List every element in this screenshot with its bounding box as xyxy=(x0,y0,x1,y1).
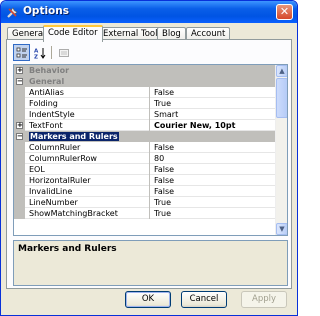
category-label: Behavior xyxy=(29,66,70,75)
property-value[interactable]: False xyxy=(151,186,276,197)
property-value[interactable]: False xyxy=(151,164,276,175)
property-name: AntiAlias xyxy=(26,87,150,98)
property-value[interactable]: False xyxy=(151,87,276,98)
property-pages-button[interactable] xyxy=(55,44,72,61)
property-row-columnruler[interactable]: ColumnRuler False xyxy=(14,142,276,153)
chevron-up-icon: ▲ xyxy=(279,67,285,75)
apply-button[interactable]: Apply xyxy=(241,291,287,308)
code-editor-panel: A Z + Behavior − General AntiAlias False… xyxy=(6,39,292,289)
property-row-linenumber[interactable]: LineNumber True xyxy=(14,197,276,208)
expand-icon[interactable]: + xyxy=(16,122,23,129)
chevron-down-icon: ▼ xyxy=(279,225,285,233)
property-name: EOL xyxy=(26,164,150,175)
alphabetical-button[interactable]: A Z xyxy=(31,44,48,61)
dialog-body: General Code Editor External Tools Blog … xyxy=(4,23,294,313)
category-label: Markers and Rulers xyxy=(29,132,119,141)
property-value[interactable]: True xyxy=(151,98,276,109)
property-value[interactable]: Courier New, 10pt xyxy=(151,120,276,131)
title-bar[interactable]: Options ✕ xyxy=(1,1,297,23)
help-pane: Markers and Rulers xyxy=(13,240,288,286)
categorized-view-icon xyxy=(16,47,27,57)
collapse-icon[interactable]: − xyxy=(16,133,23,140)
alphabetical-sort-icon: A Z xyxy=(34,47,45,59)
categorized-button[interactable] xyxy=(13,44,30,61)
property-name: Folding xyxy=(26,98,150,109)
property-row-eol[interactable]: EOL False xyxy=(14,164,276,175)
property-row-invalidline[interactable]: InvalidLine False xyxy=(14,186,276,197)
category-row-behavior[interactable]: + Behavior xyxy=(14,65,276,76)
property-name: IndentStyle xyxy=(26,109,150,120)
tab-code-editor[interactable]: Code Editor xyxy=(43,25,103,42)
help-title: Markers and Rulers xyxy=(18,244,117,254)
collapse-icon[interactable]: − xyxy=(16,78,23,85)
property-grid[interactable]: + Behavior − General AntiAlias False Fol… xyxy=(13,64,288,236)
property-row-showmatchingbracket[interactable]: ShowMatchingBracket True xyxy=(14,208,276,219)
property-row-columnrulerrow[interactable]: ColumnRulerRow 80 xyxy=(14,153,276,164)
property-name: ColumnRuler xyxy=(26,142,150,153)
property-name: ColumnRulerRow xyxy=(26,153,150,164)
vertical-scrollbar[interactable]: ▲ ▼ xyxy=(275,65,287,235)
window-title: Options xyxy=(23,5,69,17)
expand-icon[interactable]: + xyxy=(16,67,23,74)
property-pages-icon xyxy=(58,48,69,57)
property-name: LineNumber xyxy=(26,197,150,208)
property-value[interactable]: 80 xyxy=(151,153,276,164)
property-value[interactable]: False xyxy=(151,175,276,186)
property-value[interactable]: False xyxy=(151,142,276,153)
cancel-button[interactable]: Cancel xyxy=(181,291,227,308)
ok-button[interactable]: OK xyxy=(125,291,171,308)
close-icon: ✕ xyxy=(279,5,290,18)
property-row-indentstyle[interactable]: IndentStyle Smart xyxy=(14,109,276,120)
scroll-down-button[interactable]: ▼ xyxy=(276,223,287,235)
toolbar-separator xyxy=(51,46,52,59)
category-label: General xyxy=(29,77,65,86)
property-name: TextFont xyxy=(26,120,150,131)
scroll-thumb[interactable] xyxy=(276,78,287,118)
property-value[interactable]: Smart xyxy=(151,109,276,120)
property-value[interactable]: True xyxy=(151,208,276,219)
category-row-markers-and-rulers[interactable]: − Markers and Rulers xyxy=(14,131,276,142)
property-name: InvalidLine xyxy=(26,186,150,197)
property-name: ShowMatchingBracket xyxy=(26,208,150,219)
tools-icon xyxy=(7,7,18,18)
property-row-horizontalruler[interactable]: HorizontalRuler False xyxy=(14,175,276,186)
property-row-folding[interactable]: Folding True xyxy=(14,98,276,109)
close-button[interactable]: ✕ xyxy=(276,4,293,20)
property-value[interactable]: True xyxy=(151,197,276,208)
category-row-general[interactable]: − General xyxy=(14,76,276,87)
options-window: Options ✕ General Code Editor External T… xyxy=(0,0,298,316)
property-row-textfont[interactable]: + TextFont Courier New, 10pt xyxy=(14,120,276,131)
property-row-antialias[interactable]: AntiAlias False xyxy=(14,87,276,98)
property-name: HorizontalRuler xyxy=(26,175,150,186)
scroll-up-button[interactable]: ▲ xyxy=(276,65,287,77)
svg-text:Z: Z xyxy=(34,54,38,59)
